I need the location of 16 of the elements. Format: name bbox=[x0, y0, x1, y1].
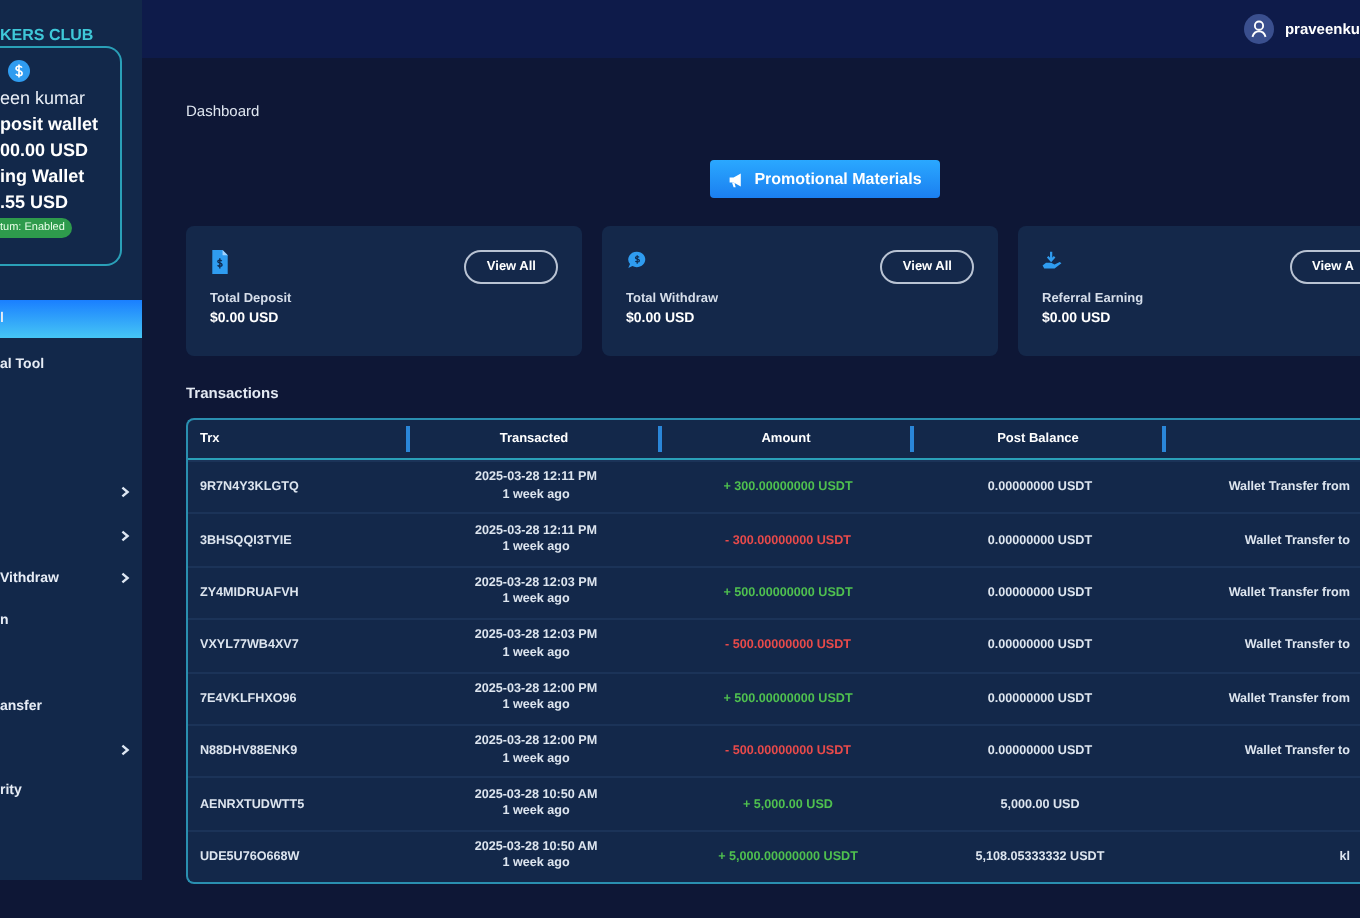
hand-arrow-icon bbox=[1042, 250, 1062, 274]
chevron-icon[interactable] bbox=[120, 486, 130, 499]
chevron-icon[interactable] bbox=[120, 572, 130, 585]
wallet-balance: .55 USD bbox=[0, 192, 71, 212]
chevron-icon[interactable] bbox=[120, 743, 130, 756]
dollar-icon bbox=[8, 60, 30, 82]
user-name: een kumar bbox=[0, 88, 88, 108]
user-icon[interactable] bbox=[1244, 14, 1275, 44]
brand-name: KERS CLUB bbox=[0, 24, 96, 46]
chevron-icon[interactable] bbox=[120, 529, 130, 542]
wallet-label: posit wallet bbox=[0, 114, 101, 134]
wallet-balance: 00.00 USD bbox=[0, 140, 91, 160]
wallet-label: ing Wallet bbox=[0, 166, 87, 186]
invoice-icon bbox=[210, 250, 230, 274]
chat-dollar-icon bbox=[626, 250, 646, 274]
megaphone-icon bbox=[728, 171, 745, 187]
